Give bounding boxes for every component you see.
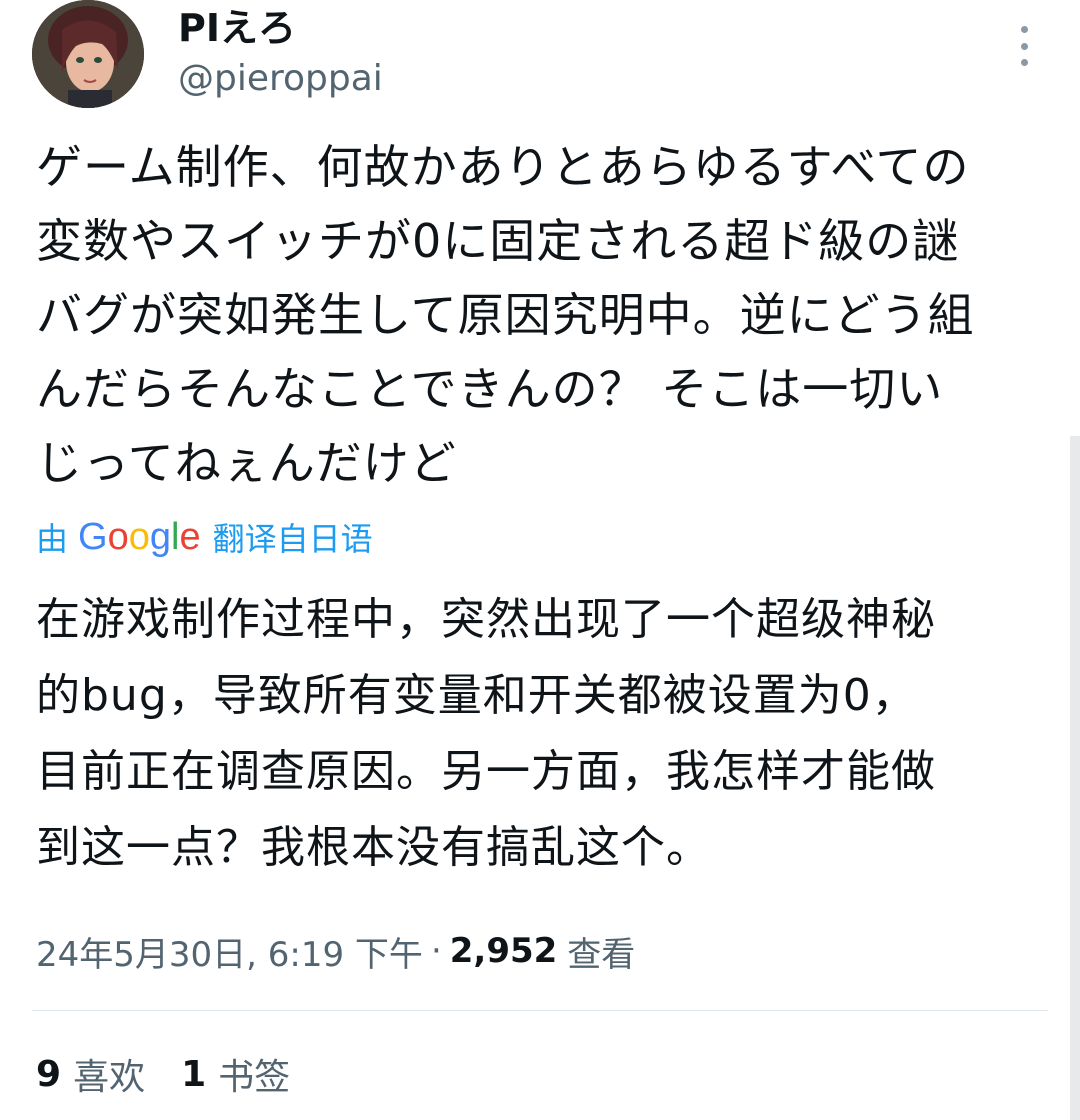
author-handle[interactable]: @pieroppai: [178, 56, 383, 102]
avatar[interactable]: [32, 0, 144, 108]
views-label: 查看: [567, 934, 636, 975]
more-dot: [1020, 59, 1028, 66]
tweet-meta: 24年5月30日, 6:19 下午 · 2,952 查看: [36, 924, 635, 978]
google-logo: Google: [78, 515, 201, 558]
likes-label: 喜欢: [73, 1057, 146, 1098]
meta-separator: ·: [430, 931, 442, 971]
bookmarks-label: 书签: [218, 1057, 291, 1098]
more-vertical-icon[interactable]: [1012, 26, 1036, 66]
translated-from-label: 翻译自日语: [212, 520, 373, 558]
more-dot: [1020, 42, 1028, 50]
engagement-stats: 9 喜欢 1 书签: [36, 1046, 326, 1102]
avatar-image: [32, 0, 144, 108]
scrollbar[interactable]: [1070, 436, 1080, 1120]
translated-text: 在游戏制作过程中，突然出现了一个超级神秘 的bug，导致所有变量和开关都被设置为…: [36, 594, 936, 873]
translated-by-label: 由: [36, 520, 69, 558]
likes-stat[interactable]: 9 喜欢: [36, 1048, 145, 1100]
more-dot: [1020, 26, 1028, 33]
tweet-text: ゲーム制作、何故かありとあらゆるすべての 変数やスイッチが0に固定される超ド級の…: [36, 140, 975, 490]
author-display-name[interactable]: PIえろ: [178, 4, 296, 52]
translation-attribution[interactable]: 由 Google 翻译自日语: [36, 512, 373, 562]
views-count: 2,952: [449, 931, 558, 971]
timestamp[interactable]: 24年5月30日, 6:19 下午: [36, 927, 423, 976]
bookmarks-stat[interactable]: 1 书签: [181, 1048, 290, 1100]
divider: [32, 1010, 1048, 1011]
bookmarks-count: 1: [181, 1053, 207, 1095]
likes-count: 9: [36, 1053, 62, 1095]
